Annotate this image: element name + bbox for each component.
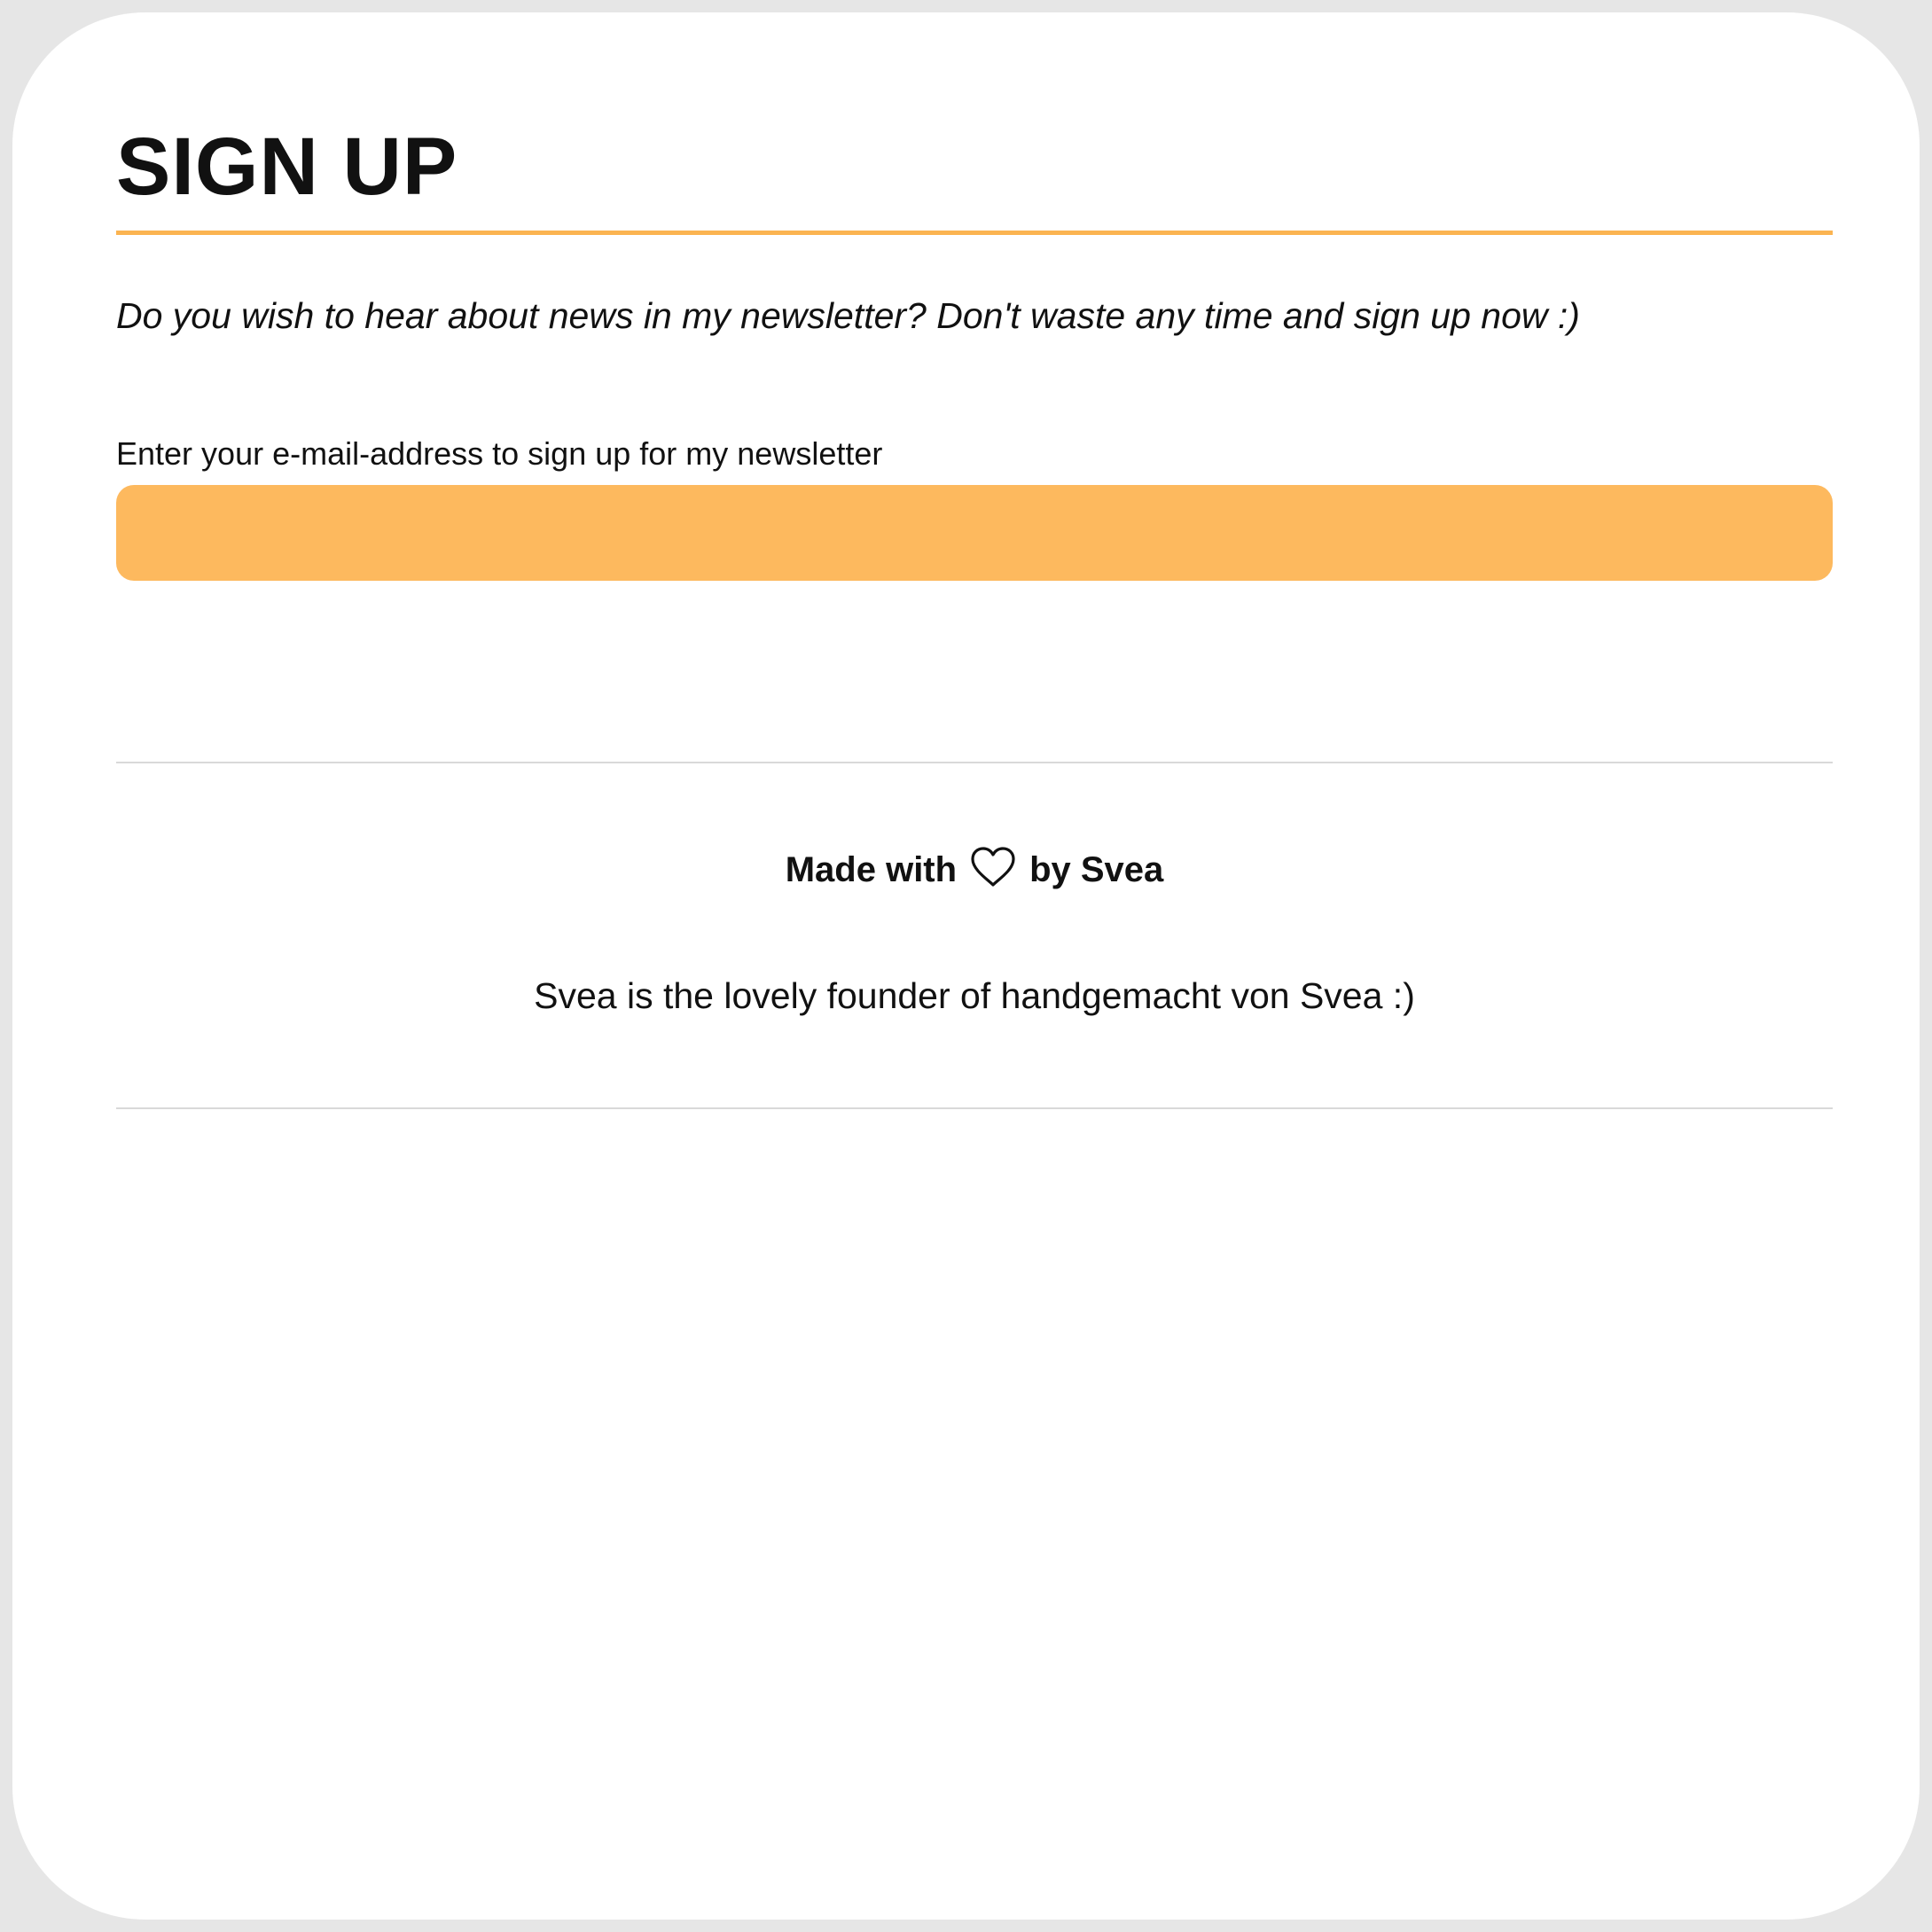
made-with-text: Made with [785,850,958,889]
author-text: by Svea [1029,850,1164,889]
footer-divider-top [116,762,1833,763]
footer-divider-bottom [116,1107,1833,1109]
made-with-credit: Made with by Svea [116,846,1833,891]
newsletter-intro: Do you wish to hear about news in my new… [116,295,1580,336]
page-frame: SIGN UP Do you wish to hear about news i… [12,12,1920,1920]
page-title: SIGN UP [116,121,458,212]
founder-description: Svea is the lovely founder of handgemach… [534,975,1415,1016]
email-field-label: Enter your e-mail-address to sign up for… [116,435,883,472]
title-underline [116,231,1833,235]
heart-icon [969,846,1017,888]
email-input[interactable] [116,485,1833,581]
